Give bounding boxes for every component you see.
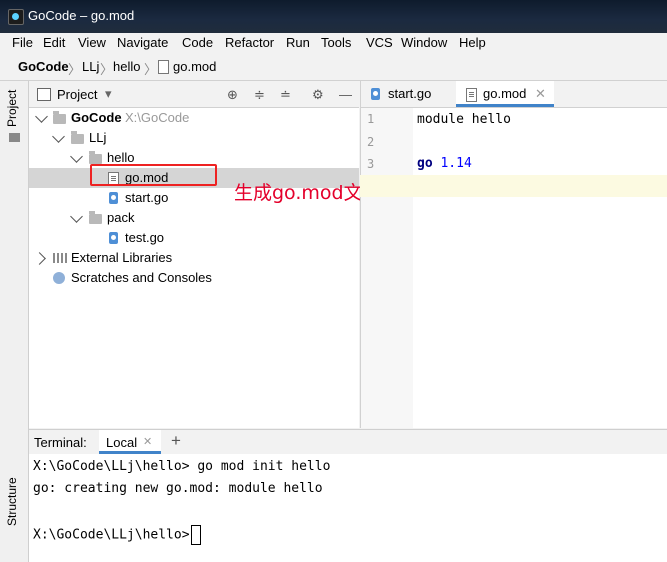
expand-all-icon[interactable]: ≑ bbox=[254, 87, 265, 103]
tree-label-startgo: start.go bbox=[125, 190, 169, 205]
chevron-right-icon[interactable] bbox=[33, 252, 46, 265]
annotation-highlight-box bbox=[90, 164, 217, 186]
app-icon bbox=[8, 9, 24, 25]
line-number: 3 bbox=[367, 157, 375, 171]
folder-icon bbox=[89, 151, 102, 164]
menu-edit[interactable]: Edit bbox=[43, 35, 65, 50]
menu-navigate[interactable]: Navigate bbox=[117, 35, 168, 50]
menu-refactor[interactable]: Refactor bbox=[225, 35, 274, 50]
tree-label-pack: pack bbox=[107, 210, 135, 225]
breadcrumb-llj[interactable]: LLj bbox=[82, 59, 99, 74]
locate-icon[interactable]: ⊕ bbox=[227, 87, 238, 103]
tree-label-testgo: test.go bbox=[125, 230, 165, 245]
tree-item-testgo[interactable]: test.go bbox=[29, 228, 359, 248]
title-bar: GoCode – go.mod bbox=[0, 0, 667, 33]
tree-label-scratches: Scratches and Consoles bbox=[71, 270, 212, 285]
code-lines[interactable]: module hello go 1.14 bbox=[413, 108, 667, 208]
breadcrumb-root[interactable]: GoCode bbox=[18, 59, 69, 74]
menu-bar: File Edit View Navigate Code Refactor Ru… bbox=[0, 33, 667, 54]
minimize-icon[interactable]: — bbox=[339, 87, 352, 102]
folder-icon bbox=[53, 111, 66, 124]
tab-go-mod[interactable]: go.mod ✕ bbox=[456, 81, 554, 107]
tree-item-scratches[interactable]: Scratches and Consoles bbox=[29, 268, 359, 288]
tree-root-path: X:\GoCode bbox=[125, 110, 190, 125]
code-text: hello bbox=[463, 112, 511, 127]
editor-gutter: 1 2 3 bbox=[360, 108, 414, 428]
chevron-right-icon: 〉 bbox=[68, 62, 82, 77]
chevron-right-icon: 〉 bbox=[100, 62, 114, 77]
chevron-down-icon[interactable]: ▾ bbox=[105, 86, 112, 102]
tree-item-root[interactable]: GoCode X:\GoCode bbox=[29, 108, 359, 128]
mod-file-icon bbox=[466, 88, 477, 102]
go-file-icon bbox=[109, 192, 118, 204]
tree-label-llj: LLj bbox=[89, 130, 107, 145]
go-file-icon bbox=[109, 232, 118, 244]
go-file-icon bbox=[371, 88, 380, 100]
menu-help[interactable]: Help bbox=[459, 35, 486, 50]
menu-view[interactable]: View bbox=[78, 35, 106, 50]
chevron-down-icon[interactable] bbox=[35, 110, 48, 123]
keyword: module bbox=[417, 112, 464, 127]
tree-item-llj[interactable]: LLj bbox=[29, 128, 359, 148]
project-view-icon bbox=[37, 88, 51, 101]
tree-label-root: GoCode bbox=[71, 110, 122, 125]
terminal-prompt-line: X:\GoCode\LLj\hello> bbox=[33, 525, 201, 545]
window-title: GoCode – go.mod bbox=[28, 8, 135, 23]
tool-window-stripe: Project Structure bbox=[0, 81, 29, 562]
menu-tools[interactable]: Tools bbox=[321, 35, 351, 50]
folder-icon bbox=[9, 133, 20, 142]
scratches-icon bbox=[53, 272, 65, 284]
tab-start-go[interactable]: start.go bbox=[361, 81, 455, 107]
add-terminal-icon[interactable]: + bbox=[171, 431, 181, 451]
tab-label: Local bbox=[106, 435, 138, 450]
menu-file[interactable]: File bbox=[12, 35, 33, 50]
terminal-prompt: X:\GoCode\LLj\hello> bbox=[33, 527, 190, 543]
breadcrumb: GoCode 〉 LLj 〉 hello 〉 go.mod bbox=[0, 54, 667, 81]
terminal-cursor[interactable] bbox=[190, 525, 201, 545]
tab-label: start.go bbox=[388, 86, 432, 101]
project-view-selector[interactable]: Project bbox=[57, 87, 97, 102]
version-number: 1.14 bbox=[432, 156, 472, 171]
breadcrumb-file[interactable]: go.mod bbox=[173, 59, 216, 74]
terminal-tab-local[interactable]: Local ✕ bbox=[99, 430, 161, 454]
tree-item-external-libraries[interactable]: External Libraries bbox=[29, 248, 359, 268]
project-tool-button[interactable]: Project bbox=[5, 90, 19, 127]
collapse-all-icon[interactable]: ≐ bbox=[280, 87, 291, 103]
chevron-down-icon[interactable] bbox=[52, 130, 65, 143]
terminal-line: X:\GoCode\LLj\hello> go mod init hello bbox=[33, 459, 331, 474]
project-tree: GoCode X:\GoCode LLj hello go.mod start.… bbox=[29, 108, 359, 428]
menu-code[interactable]: Code bbox=[182, 35, 213, 50]
breadcrumb-hello[interactable]: hello bbox=[113, 59, 140, 74]
project-panel-header: Project ▾ ⊕ ≑ ≐ ⚙ — bbox=[29, 81, 359, 108]
terminal-header: Terminal: Local ✕ + bbox=[29, 429, 667, 455]
folder-icon bbox=[71, 131, 84, 144]
terminal-line: go: creating new go.mod: module hello bbox=[33, 481, 323, 496]
file-icon bbox=[158, 60, 169, 74]
keyword: go bbox=[417, 156, 433, 171]
gear-icon[interactable]: ⚙ bbox=[312, 87, 324, 103]
folder-icon bbox=[89, 211, 102, 224]
structure-tool-button[interactable]: Structure bbox=[5, 477, 19, 526]
chevron-down-icon[interactable] bbox=[70, 210, 83, 223]
tab-label: go.mod bbox=[483, 86, 527, 101]
chevron-right-icon: 〉 bbox=[144, 62, 158, 77]
chevron-down-icon[interactable] bbox=[70, 150, 83, 163]
editor-tabs: start.go go.mod ✕ bbox=[360, 81, 667, 108]
tree-item-pack[interactable]: pack bbox=[29, 208, 359, 228]
menu-run[interactable]: Run bbox=[286, 35, 310, 50]
close-icon[interactable]: ✕ bbox=[535, 81, 546, 107]
terminal-output[interactable]: X:\GoCode\LLj\hello> go mod init hello g… bbox=[29, 454, 667, 562]
tree-label-external: External Libraries bbox=[71, 250, 173, 265]
menu-vcs[interactable]: VCS bbox=[366, 35, 393, 50]
menu-window[interactable]: Window bbox=[401, 35, 447, 50]
library-icon bbox=[53, 253, 67, 263]
code-line-1: module hello bbox=[417, 112, 511, 127]
terminal-label: Terminal: bbox=[34, 435, 87, 450]
close-icon[interactable]: ✕ bbox=[143, 435, 152, 448]
line-number: 1 bbox=[367, 112, 375, 126]
line-number: 2 bbox=[367, 135, 375, 149]
code-line-3: go 1.14 bbox=[417, 156, 472, 171]
